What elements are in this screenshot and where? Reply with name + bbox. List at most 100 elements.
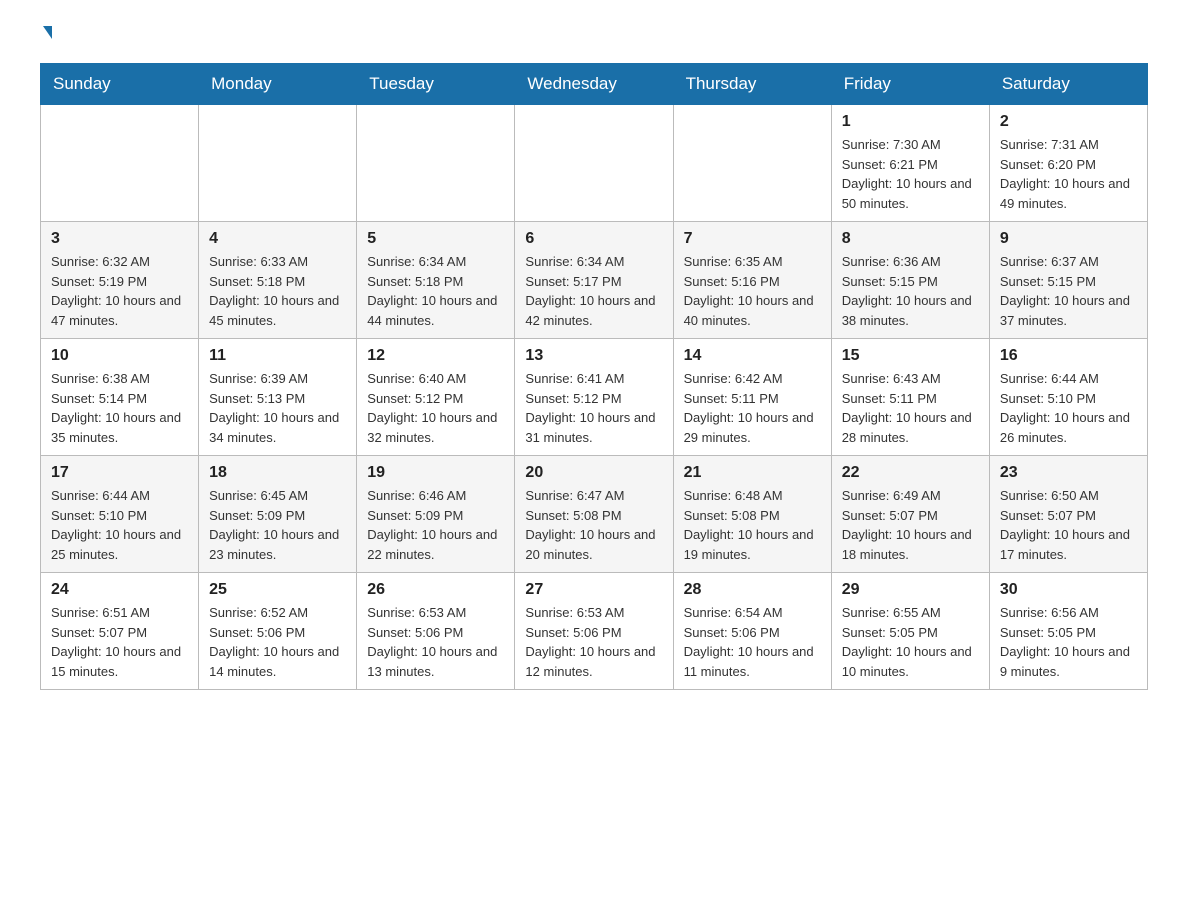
calendar-cell: 16 Sunrise: 6:44 AM Sunset: 5:10 PM Dayli…: [989, 339, 1147, 456]
calendar-cell: 21 Sunrise: 6:48 AM Sunset: 5:08 PM Dayli…: [673, 456, 831, 573]
calendar-cell: [357, 105, 515, 222]
day-info: Sunrise: 6:45 AM Sunset: 5:09 PM Dayligh…: [209, 486, 346, 564]
calendar-row: 1 Sunrise: 7:30 AM Sunset: 6:21 PM Daylig…: [41, 105, 1148, 222]
day-info: Sunrise: 6:34 AM Sunset: 5:17 PM Dayligh…: [525, 252, 662, 330]
day-number: 16: [1000, 347, 1137, 365]
calendar-cell: 29 Sunrise: 6:55 AM Sunset: 5:05 PM Dayli…: [831, 573, 989, 690]
day-info: Sunrise: 6:32 AM Sunset: 5:19 PM Dayligh…: [51, 252, 188, 330]
page-header: [40, 30, 1148, 43]
day-info: Sunrise: 6:51 AM Sunset: 5:07 PM Dayligh…: [51, 603, 188, 681]
day-info: Sunrise: 6:35 AM Sunset: 5:16 PM Dayligh…: [684, 252, 821, 330]
calendar-row: 10 Sunrise: 6:38 AM Sunset: 5:14 PM Dayli…: [41, 339, 1148, 456]
calendar-cell: 18 Sunrise: 6:45 AM Sunset: 5:09 PM Dayli…: [199, 456, 357, 573]
day-number: 7: [684, 230, 821, 248]
calendar-cell: 5 Sunrise: 6:34 AM Sunset: 5:18 PM Daylig…: [357, 222, 515, 339]
day-info: Sunrise: 6:40 AM Sunset: 5:12 PM Dayligh…: [367, 369, 504, 447]
calendar-cell: 20 Sunrise: 6:47 AM Sunset: 5:08 PM Dayli…: [515, 456, 673, 573]
day-number: 2: [1000, 113, 1137, 131]
calendar-cell: 17 Sunrise: 6:44 AM Sunset: 5:10 PM Dayli…: [41, 456, 199, 573]
day-number: 10: [51, 347, 188, 365]
day-info: Sunrise: 6:37 AM Sunset: 5:15 PM Dayligh…: [1000, 252, 1137, 330]
calendar-cell: 4Sunrise: 6:33 AM Sunset: 5:18 PM Daylig…: [199, 222, 357, 339]
day-info: Sunrise: 6:44 AM Sunset: 5:10 PM Dayligh…: [1000, 369, 1137, 447]
day-info: Sunrise: 6:42 AM Sunset: 5:11 PM Dayligh…: [684, 369, 821, 447]
logo-triangle-icon: [43, 26, 52, 39]
calendar-cell: 2 Sunrise: 7:31 AM Sunset: 6:20 PM Daylig…: [989, 105, 1147, 222]
calendar-cell: 3 Sunrise: 6:32 AM Sunset: 5:19 PM Daylig…: [41, 222, 199, 339]
day-info: Sunrise: 6:44 AM Sunset: 5:10 PM Dayligh…: [51, 486, 188, 564]
calendar-cell: 8 Sunrise: 6:36 AM Sunset: 5:15 PM Daylig…: [831, 222, 989, 339]
logo: [40, 30, 52, 43]
calendar-cell: 13 Sunrise: 6:41 AM Sunset: 5:12 PM Dayli…: [515, 339, 673, 456]
calendar-cell: 1 Sunrise: 7:30 AM Sunset: 6:21 PM Daylig…: [831, 105, 989, 222]
day-number: 27: [525, 581, 662, 599]
day-number: 22: [842, 464, 979, 482]
day-number: 29: [842, 581, 979, 599]
day-info: Sunrise: 7:30 AM Sunset: 6:21 PM Dayligh…: [842, 135, 979, 213]
day-info: Sunrise: 6:36 AM Sunset: 5:15 PM Dayligh…: [842, 252, 979, 330]
weekday-header-thursday: Thursday: [673, 64, 831, 105]
day-info: Sunrise: 6:49 AM Sunset: 5:07 PM Dayligh…: [842, 486, 979, 564]
calendar-cell: 12Sunrise: 6:40 AM Sunset: 5:12 PM Dayli…: [357, 339, 515, 456]
weekday-header-tuesday: Tuesday: [357, 64, 515, 105]
day-number: 17: [51, 464, 188, 482]
day-number: 26: [367, 581, 504, 599]
weekday-header-sunday: Sunday: [41, 64, 199, 105]
day-number: 25: [209, 581, 346, 599]
calendar-cell: 28Sunrise: 6:54 AM Sunset: 5:06 PM Dayli…: [673, 573, 831, 690]
day-info: Sunrise: 7:31 AM Sunset: 6:20 PM Dayligh…: [1000, 135, 1137, 213]
day-info: Sunrise: 6:48 AM Sunset: 5:08 PM Dayligh…: [684, 486, 821, 564]
day-info: Sunrise: 6:46 AM Sunset: 5:09 PM Dayligh…: [367, 486, 504, 564]
calendar-cell: [199, 105, 357, 222]
day-number: 5: [367, 230, 504, 248]
day-number: 21: [684, 464, 821, 482]
weekday-header-wednesday: Wednesday: [515, 64, 673, 105]
day-number: 20: [525, 464, 662, 482]
calendar-cell: 7 Sunrise: 6:35 AM Sunset: 5:16 PM Daylig…: [673, 222, 831, 339]
weekday-header-monday: Monday: [199, 64, 357, 105]
day-info: Sunrise: 6:50 AM Sunset: 5:07 PM Dayligh…: [1000, 486, 1137, 564]
day-info: Sunrise: 6:55 AM Sunset: 5:05 PM Dayligh…: [842, 603, 979, 681]
calendar-table: SundayMondayTuesdayWednesdayThursdayFrid…: [40, 63, 1148, 690]
day-number: 30: [1000, 581, 1137, 599]
calendar-cell: 26Sunrise: 6:53 AM Sunset: 5:06 PM Dayli…: [357, 573, 515, 690]
calendar-cell: [673, 105, 831, 222]
calendar-cell: 22 Sunrise: 6:49 AM Sunset: 5:07 PM Dayli…: [831, 456, 989, 573]
calendar-cell: [41, 105, 199, 222]
weekday-header-friday: Friday: [831, 64, 989, 105]
day-info: Sunrise: 6:47 AM Sunset: 5:08 PM Dayligh…: [525, 486, 662, 564]
day-info: Sunrise: 6:41 AM Sunset: 5:12 PM Dayligh…: [525, 369, 662, 447]
day-number: 14: [684, 347, 821, 365]
calendar-row: 24 Sunrise: 6:51 AM Sunset: 5:07 PM Dayli…: [41, 573, 1148, 690]
day-number: 15: [842, 347, 979, 365]
day-info: Sunrise: 6:53 AM Sunset: 5:06 PM Dayligh…: [525, 603, 662, 681]
day-info: Sunrise: 6:43 AM Sunset: 5:11 PM Dayligh…: [842, 369, 979, 447]
day-number: 8: [842, 230, 979, 248]
calendar-cell: 19Sunrise: 6:46 AM Sunset: 5:09 PM Dayli…: [357, 456, 515, 573]
calendar-cell: 23Sunrise: 6:50 AM Sunset: 5:07 PM Dayli…: [989, 456, 1147, 573]
calendar-cell: 27 Sunrise: 6:53 AM Sunset: 5:06 PM Dayli…: [515, 573, 673, 690]
day-number: 13: [525, 347, 662, 365]
day-info: Sunrise: 6:38 AM Sunset: 5:14 PM Dayligh…: [51, 369, 188, 447]
calendar-cell: 15 Sunrise: 6:43 AM Sunset: 5:11 PM Dayli…: [831, 339, 989, 456]
day-info: Sunrise: 6:39 AM Sunset: 5:13 PM Dayligh…: [209, 369, 346, 447]
day-info: Sunrise: 6:52 AM Sunset: 5:06 PM Dayligh…: [209, 603, 346, 681]
calendar-cell: 14 Sunrise: 6:42 AM Sunset: 5:11 PM Dayli…: [673, 339, 831, 456]
day-info: Sunrise: 6:34 AM Sunset: 5:18 PM Dayligh…: [367, 252, 504, 330]
day-number: 3: [51, 230, 188, 248]
calendar-row: 3 Sunrise: 6:32 AM Sunset: 5:19 PM Daylig…: [41, 222, 1148, 339]
day-info: Sunrise: 6:56 AM Sunset: 5:05 PM Dayligh…: [1000, 603, 1137, 681]
calendar-cell: 25 Sunrise: 6:52 AM Sunset: 5:06 PM Dayli…: [199, 573, 357, 690]
day-number: 6: [525, 230, 662, 248]
calendar-cell: 9 Sunrise: 6:37 AM Sunset: 5:15 PM Daylig…: [989, 222, 1147, 339]
day-info: Sunrise: 6:33 AM Sunset: 5:18 PM Dayligh…: [209, 252, 346, 330]
day-number: 11: [209, 347, 346, 365]
calendar-cell: 10 Sunrise: 6:38 AM Sunset: 5:14 PM Dayli…: [41, 339, 199, 456]
calendar-row: 17 Sunrise: 6:44 AM Sunset: 5:10 PM Dayli…: [41, 456, 1148, 573]
day-number: 24: [51, 581, 188, 599]
calendar-cell: [515, 105, 673, 222]
day-info: Sunrise: 6:54 AM Sunset: 5:06 PM Dayligh…: [684, 603, 821, 681]
day-number: 1: [842, 113, 979, 131]
day-number: 18: [209, 464, 346, 482]
day-number: 9: [1000, 230, 1137, 248]
